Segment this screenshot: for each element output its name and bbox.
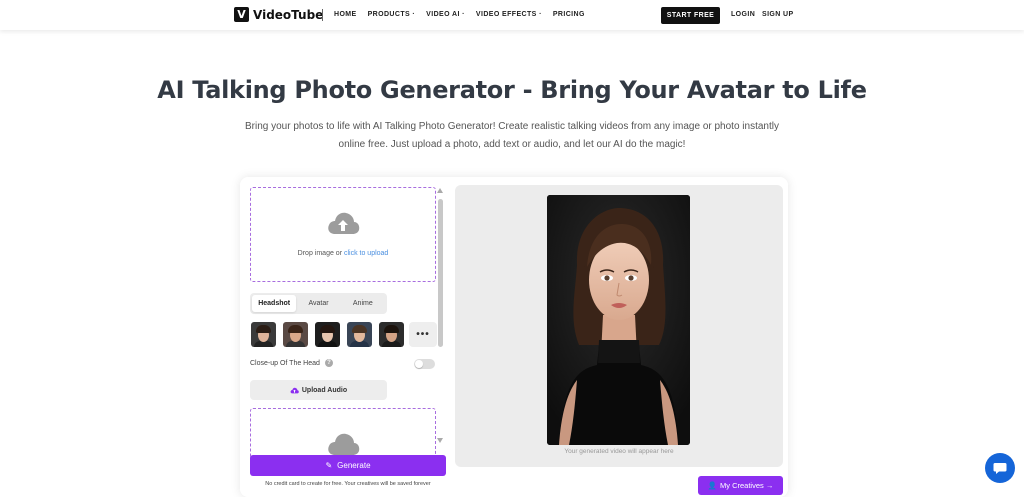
logo-icon: V	[234, 7, 249, 22]
nav-divider	[322, 9, 323, 21]
headshot-thumb-1[interactable]	[251, 322, 276, 347]
login-link[interactable]: LOGIN	[731, 11, 755, 18]
preview-caption: Your generated video will appear here	[564, 448, 674, 455]
nav-video-effects[interactable]: VIDEO EFFECTS ·	[476, 11, 542, 18]
more-thumbnails-button[interactable]: •••	[409, 322, 437, 347]
start-free-button[interactable]: START FREE	[661, 7, 720, 24]
scrollbar-thumb[interactable]	[438, 199, 443, 347]
logo-text: VideoTube	[253, 7, 324, 22]
drop-label: Drop image or	[297, 250, 344, 257]
toggle-knob	[415, 360, 423, 368]
scroll-down-arrow[interactable]	[437, 438, 443, 443]
upload-audio-button[interactable]: Upload Audio	[250, 380, 387, 400]
cloud-upload-icon	[328, 212, 360, 234]
headshot-thumb-5[interactable]	[379, 322, 404, 347]
generate-label: Generate	[337, 461, 371, 470]
tab-avatar[interactable]: Avatar	[296, 295, 340, 312]
chat-icon	[993, 462, 1007, 474]
headshot-thumb-3[interactable]	[315, 322, 340, 347]
page-title: AI Talking Photo Generator - Bring Your …	[157, 76, 867, 104]
site-header: V VideoTube HOME PRODUCTS · VIDEO AI · V…	[0, 0, 1024, 30]
logo[interactable]: V VideoTube	[234, 7, 323, 22]
chat-support-button[interactable]	[985, 453, 1015, 483]
tab-anime[interactable]: Anime	[341, 295, 385, 312]
closeup-label: Close-up Of The Head	[250, 359, 320, 367]
my-creatives-label: My Creatives →	[720, 481, 774, 490]
signup-link[interactable]: SIGN UP	[762, 11, 794, 18]
style-tabs: Headshot Avatar Anime	[250, 293, 387, 314]
info-icon[interactable]: ?	[324, 359, 333, 367]
main-nav: HOME PRODUCTS · VIDEO AI · VIDEO EFFECTS…	[334, 11, 585, 18]
drop-text: Drop image or click to upload	[251, 250, 435, 257]
user-icon: 👤	[707, 481, 717, 490]
nav-pricing[interactable]: PRICING	[553, 11, 585, 18]
headshot-thumb-2[interactable]	[283, 322, 308, 347]
page-subtitle: Bring your photos to life with AI Talkin…	[245, 121, 779, 150]
closeup-option: Close-up Of The Head ?	[250, 359, 333, 367]
nav-video-ai[interactable]: VIDEO AI ·	[426, 11, 465, 18]
audio-dropzone[interactable]	[250, 408, 436, 458]
cloud-upload-icon	[328, 433, 360, 455]
click-to-upload-link[interactable]: click to upload	[344, 250, 388, 257]
avatar-preview-image	[547, 195, 690, 445]
no-credit-note: No credit card to create for free. Your …	[265, 481, 431, 487]
nav-home[interactable]: HOME	[334, 11, 357, 18]
avatar-portrait-illustration	[547, 195, 690, 445]
generate-button[interactable]: ✎ Generate	[250, 455, 446, 476]
cloud-upload-icon	[290, 387, 299, 393]
tab-headshot[interactable]: Headshot	[252, 295, 297, 312]
closeup-toggle[interactable]	[414, 359, 435, 369]
upload-audio-label: Upload Audio	[301, 386, 348, 394]
scroll-up-arrow[interactable]	[437, 188, 443, 193]
image-dropzone[interactable]: Drop image or click to upload	[250, 187, 436, 282]
magic-wand-icon: ✎	[325, 461, 333, 470]
my-creatives-button[interactable]: 👤 My Creatives →	[698, 476, 783, 495]
nav-products[interactable]: PRODUCTS ·	[368, 11, 416, 18]
headshot-thumb-4[interactable]	[347, 322, 372, 347]
headshot-thumbnails	[251, 322, 404, 347]
